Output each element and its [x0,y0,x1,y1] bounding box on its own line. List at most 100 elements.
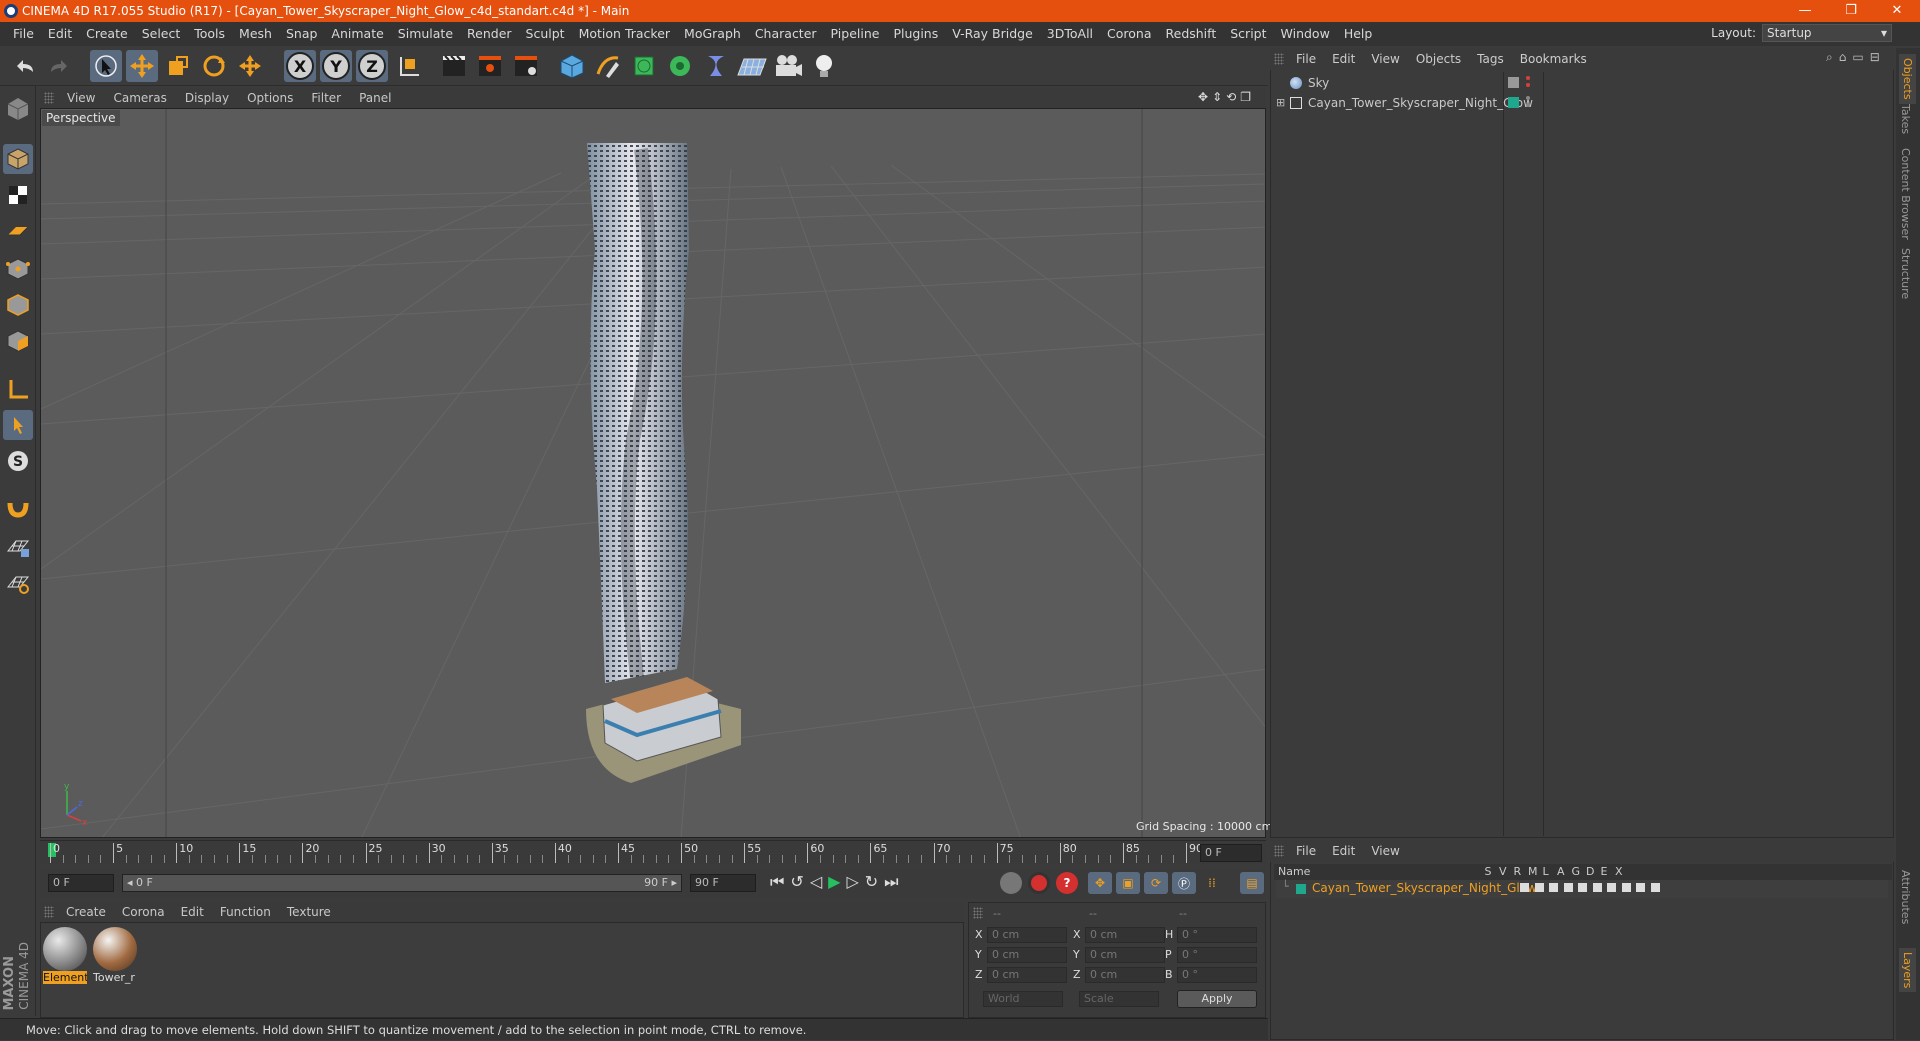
subdivision-surface-button[interactable] [628,50,660,82]
make-editable-button[interactable] [3,94,33,124]
menu-corona[interactable]: Corona [1100,22,1158,46]
object-menu-file[interactable]: File [1288,52,1324,66]
end-frame-field[interactable]: 90 F [690,874,756,892]
redo-button[interactable] [44,50,76,82]
move-tool-button[interactable] [126,50,158,82]
menu-file[interactable]: File [6,22,41,46]
side-tab-content-browser[interactable]: Content Browser [1899,148,1912,240]
restore-button[interactable]: ❐ [1828,0,1874,22]
layer-flag-toggle-icon[interactable] [1607,883,1616,892]
transform-tool-button[interactable] [234,50,266,82]
coord-value-field[interactable]: 0 ° [1177,947,1257,963]
cloner-button[interactable] [664,50,696,82]
menu-edit[interactable]: Edit [41,22,79,46]
menu-snap[interactable]: Snap [279,22,324,46]
edges-mode-button[interactable] [3,290,33,320]
layer-column-e[interactable]: E [1601,864,1608,880]
menu-character[interactable]: Character [748,22,824,46]
minimize-button[interactable]: — [1782,0,1828,22]
menu-mograph[interactable]: MoGraph [677,22,748,46]
coord-value-field[interactable]: 0 cm [1085,927,1165,943]
object-menu-bookmarks[interactable]: Bookmarks [1512,52,1595,66]
menu-sculpt[interactable]: Sculpt [519,22,572,46]
drag-grip-icon[interactable] [973,907,983,919]
close-button[interactable]: ✕ [1874,0,1920,22]
menu-motion-tracker[interactable]: Motion Tracker [572,22,677,46]
menu-tools[interactable]: Tools [187,22,232,46]
object-row-sky[interactable]: Sky [1276,74,1896,92]
material-menu-edit[interactable]: Edit [173,905,212,919]
layer-column-g[interactable]: G [1572,864,1581,880]
object-menu-objects[interactable]: Objects [1408,52,1469,66]
object-row-cayan-tower[interactable]: ⊞ Cayan_Tower_Skyscraper_Night_Glow [1276,94,1896,112]
layer-flag-toggle-icon[interactable] [1592,883,1602,892]
side-tab-attributes[interactable]: Attributes [1899,870,1912,924]
viewport-rotate-icon[interactable]: ⟲ [1226,90,1236,104]
workplane-mode-button[interactable] [3,216,33,246]
side-tab-objects[interactable]: Objects [1899,54,1916,104]
layer-row[interactable]: └ Cayan_Tower_Skyscraper_Night_Glow [1276,880,1888,898]
menu-v-ray-bridge[interactable]: V-Ray Bridge [945,22,1040,46]
menu-script[interactable]: Script [1223,22,1273,46]
coord-value-field[interactable]: 0 cm [987,927,1067,943]
camera-object-button[interactable] [772,50,804,82]
layer-column-x[interactable]: X [1615,864,1623,880]
menu-pipeline[interactable]: Pipeline [824,22,887,46]
magnet-button[interactable] [3,492,33,522]
coord-value-field[interactable]: 0 ° [1177,967,1257,983]
material-menu-corona[interactable]: Corona [114,905,173,919]
y-axis-lock-button[interactable]: Y [320,50,352,82]
menu-redshift[interactable]: Redshift [1159,22,1224,46]
coord-value-field[interactable]: 0 ° [1177,927,1257,943]
apply-button[interactable]: Apply [1177,990,1257,1008]
render-settings-button[interactable] [510,50,542,82]
menu-render[interactable]: Render [460,22,519,46]
material-swatch[interactable]: Tower_r [93,927,137,987]
layer-menu-edit[interactable]: Edit [1324,844,1363,858]
home-icon[interactable]: ⌂ [1839,50,1847,65]
visibility-toggle-icon[interactable] [1508,77,1519,88]
layer-flag-toggle-icon[interactable] [1563,883,1573,892]
viewport-menu-options[interactable]: Options [238,91,302,105]
search-icon[interactable]: ⌕ [1826,50,1833,65]
side-tab-takes[interactable]: Takes [1899,104,1912,134]
axis-mode-button[interactable] [3,374,33,404]
size-mode-dropdown[interactable]: Scale [1079,991,1159,1007]
editor-visibility-dot-icon[interactable] [1526,76,1530,80]
deformer-button[interactable] [700,50,732,82]
tweak-mode-button[interactable] [3,410,33,440]
key-rotation-button[interactable]: ⟳ [1144,872,1168,894]
go-to-end-button[interactable]: ⏭ [884,872,898,892]
timeline-ruler[interactable]: 0 5 10 15 20 25 30 35 40 45 50 55 60 65 70 75 80 85 90 0 F [40,840,1266,864]
layer-flag-toggle-icon[interactable] [1621,883,1631,892]
scale-tool-button[interactable] [162,50,194,82]
menu-create[interactable]: Create [79,22,135,46]
light-object-button[interactable] [808,50,840,82]
coordinate-system-button[interactable] [392,50,424,82]
next-key-button[interactable]: ↻ [865,872,878,892]
layer-column-v[interactable]: V [1499,864,1507,880]
menu-select[interactable]: Select [135,22,188,46]
menu-window[interactable]: Window [1274,22,1337,46]
current-frame-field[interactable]: 0 F [1200,844,1262,862]
layer-flag-toggle-icon[interactable] [1520,883,1529,892]
key-point-level-button[interactable]: ⁞⁞ [1200,872,1224,894]
side-tab-layers[interactable]: Layers [1899,948,1916,993]
previous-key-button[interactable]: ↺ [790,872,803,892]
coordinate-mode-dropdown[interactable]: World [983,991,1063,1007]
menu-simulate[interactable]: Simulate [391,22,460,46]
x-axis-lock-button[interactable]: X [284,50,316,82]
menu-plugins[interactable]: Plugins [886,22,945,46]
key-parameter-button[interactable]: Ⓟ [1172,872,1196,894]
points-mode-button[interactable] [3,254,33,284]
menu-3dtoall[interactable]: 3DToAll [1040,22,1100,46]
key-position-button[interactable]: ✥ [1088,872,1112,894]
layout-dropdown[interactable]: Startup [1762,24,1892,42]
go-to-start-button[interactable]: ⏮ [770,872,784,892]
layer-menu-view[interactable]: View [1363,844,1407,858]
previous-frame-button[interactable]: ◁ [810,872,822,892]
frame-range-slider[interactable]: ◂ 0 F 90 F ▸ [122,874,682,892]
viewport-menu-view[interactable]: View [58,91,104,105]
cube-object-button[interactable] [556,50,588,82]
snapping-button[interactable]: S [3,446,33,476]
